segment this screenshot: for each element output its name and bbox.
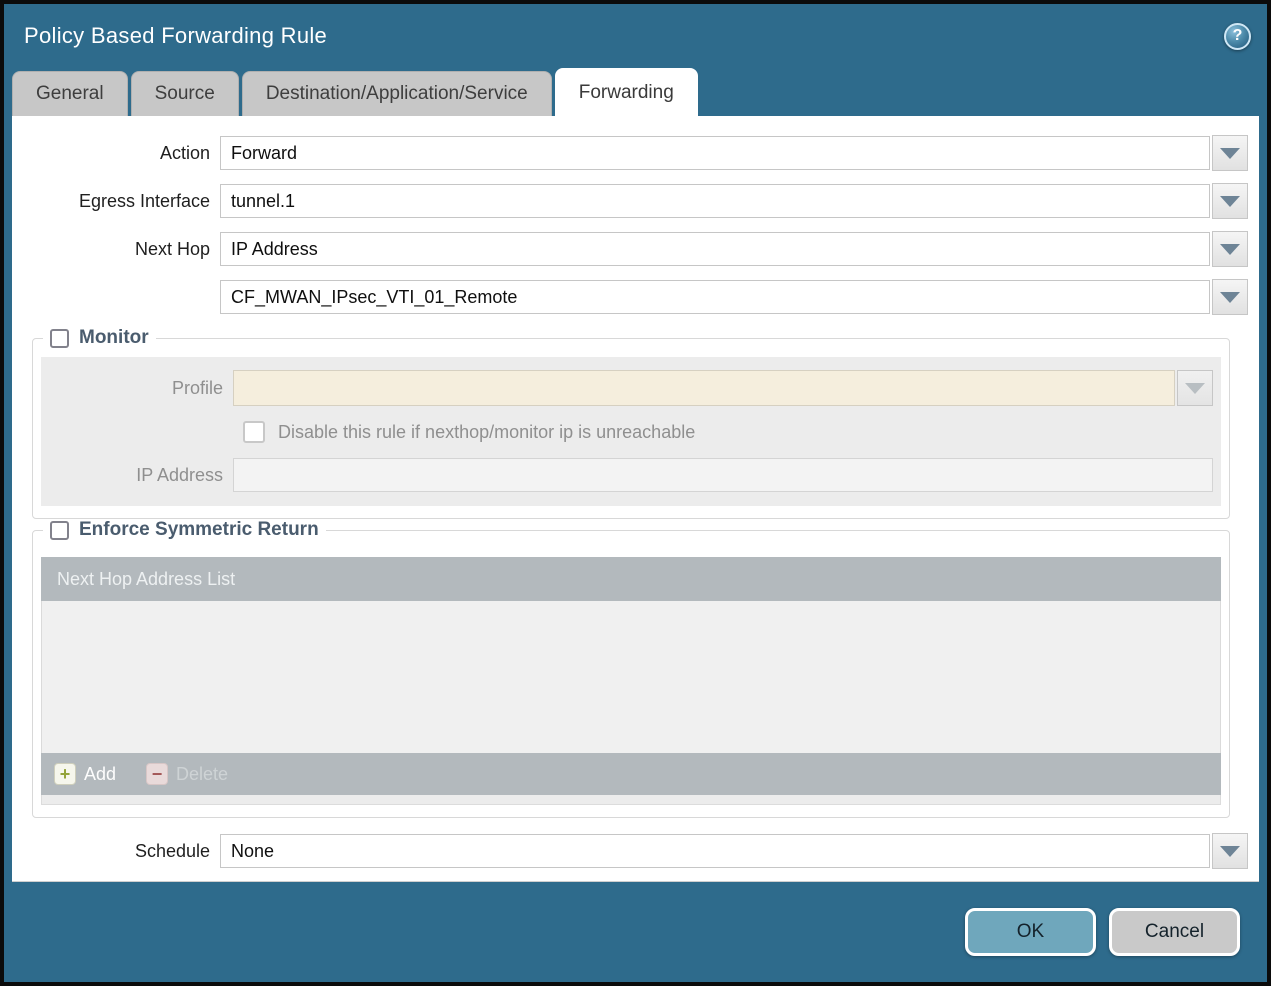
add-button-label: Add [84, 763, 117, 784]
next-hop-address-dropdown-button[interactable] [1212, 279, 1248, 315]
chevron-down-icon [1185, 382, 1205, 394]
egress-interface-select[interactable]: tunnel.1 [220, 184, 1210, 218]
action-dropdown-button[interactable] [1212, 135, 1248, 171]
monitor-legend: Monitor [43, 327, 156, 349]
tab-bar: General Source Destination/Application/S… [4, 68, 1267, 116]
cancel-button[interactable]: Cancel [1109, 908, 1240, 956]
table-body-empty [41, 601, 1221, 753]
next-hop-type-select[interactable]: IP Address [220, 232, 1210, 266]
schedule-label: Schedule [134, 840, 210, 861]
chevron-down-icon [1220, 243, 1240, 255]
ok-button[interactable]: OK [965, 908, 1096, 956]
monitor-ip-label: IP Address [136, 464, 223, 485]
egress-interface-row: Egress Interface tunnel.1 [18, 183, 1248, 219]
symmetric-return-legend-label: Enforce Symmetric Return [79, 519, 319, 540]
title-bar: Policy Based Forwarding Rule ? [4, 4, 1267, 68]
tab-destination-application-service[interactable]: Destination/Application/Service [241, 71, 552, 116]
tab-forwarding[interactable]: Forwarding [554, 68, 698, 116]
table-header-label: Next Hop Address List [57, 568, 236, 589]
dialog-background: Policy Based Forwarding Rule ? General S… [4, 4, 1267, 982]
table-scrollbar-track[interactable] [41, 795, 1221, 805]
next-hop-address-select[interactable]: CF_MWAN_IPsec_VTI_01_Remote [220, 280, 1210, 314]
tab-general[interactable]: General [12, 71, 128, 116]
disable-rule-row: Disable this rule if nexthop/monitor ip … [243, 421, 1221, 443]
dialog-window: Policy Based Forwarding Rule ? General S… [0, 0, 1271, 986]
chevron-down-icon [1220, 845, 1240, 857]
next-hop-label: Next Hop [134, 238, 210, 259]
next-hop-row: Next Hop IP Address [18, 231, 1248, 267]
next-hop-dropdown-button[interactable] [1212, 231, 1248, 267]
plus-icon: + [54, 763, 76, 785]
monitor-panel: Profile Disable this rule if nexthop/mon… [41, 357, 1221, 506]
help-icon[interactable]: ? [1224, 22, 1251, 50]
next-hop-address-row: CF_MWAN_IPsec_VTI_01_Remote [18, 279, 1248, 315]
tab-source[interactable]: Source [130, 71, 239, 116]
chevron-down-icon [1220, 291, 1240, 303]
add-button[interactable]: + Add [54, 763, 116, 785]
next-hop-address-list-table: Next Hop Address List + Add − Delete [41, 557, 1221, 805]
dialog-footer: OK Cancel [4, 882, 1267, 982]
symmetric-return-section: Enforce Symmetric Return Next Hop Addres… [32, 519, 1230, 818]
chevron-down-icon [1220, 195, 1240, 207]
dialog-title: Policy Based Forwarding Rule [24, 23, 328, 48]
profile-row: Profile [41, 370, 1221, 406]
minus-icon: − [146, 763, 169, 785]
profile-dropdown-button [1177, 370, 1213, 406]
monitor-ip-input [233, 458, 1213, 492]
profile-select [233, 370, 1175, 406]
delete-button-label: Delete [176, 763, 229, 784]
table-footer: + Add − Delete [41, 753, 1221, 795]
action-select[interactable]: Forward [220, 136, 1210, 170]
egress-interface-label: Egress Interface [78, 190, 210, 211]
monitor-section: Monitor Profile Disable this rule if nex… [32, 327, 1230, 519]
schedule-dropdown-button[interactable] [1212, 833, 1248, 869]
monitor-checkbox[interactable] [50, 328, 69, 348]
monitor-ip-row: IP Address [41, 458, 1221, 492]
symmetric-return-legend: Enforce Symmetric Return [43, 519, 326, 541]
profile-label: Profile [171, 377, 223, 398]
delete-button: − Delete [146, 763, 228, 785]
tab-content-forwarding: Action Forward Egress Interface tunnel.1… [12, 116, 1259, 882]
schedule-row: Schedule None [18, 833, 1248, 869]
symmetric-return-checkbox[interactable] [50, 520, 69, 540]
disable-rule-label: Disable this rule if nexthop/monitor ip … [278, 421, 696, 442]
disable-rule-checkbox [243, 421, 265, 443]
action-row: Action Forward [18, 135, 1248, 171]
action-label: Action [159, 142, 210, 163]
schedule-select[interactable]: None [220, 834, 1210, 868]
egress-interface-dropdown-button[interactable] [1212, 183, 1248, 219]
table-header: Next Hop Address List [41, 557, 1221, 601]
monitor-legend-label: Monitor [79, 327, 149, 348]
chevron-down-icon [1220, 147, 1240, 159]
